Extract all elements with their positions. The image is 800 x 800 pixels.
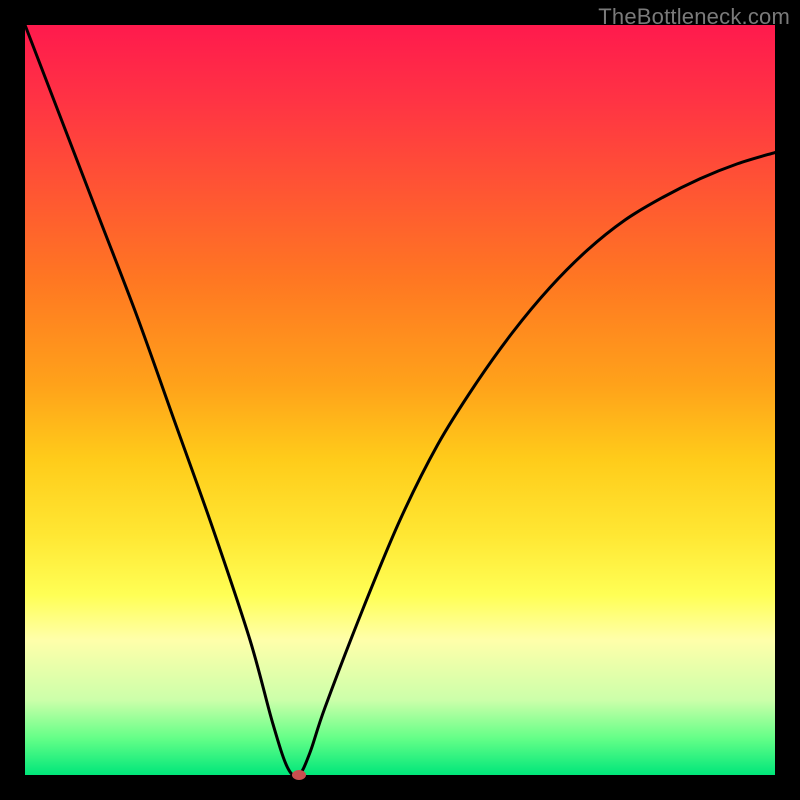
watermark-text: TheBottleneck.com — [598, 4, 790, 30]
bottleneck-curve — [25, 25, 775, 775]
optimal-point-marker — [292, 770, 306, 780]
plot-area — [25, 25, 775, 775]
chart-frame: TheBottleneck.com — [0, 0, 800, 800]
